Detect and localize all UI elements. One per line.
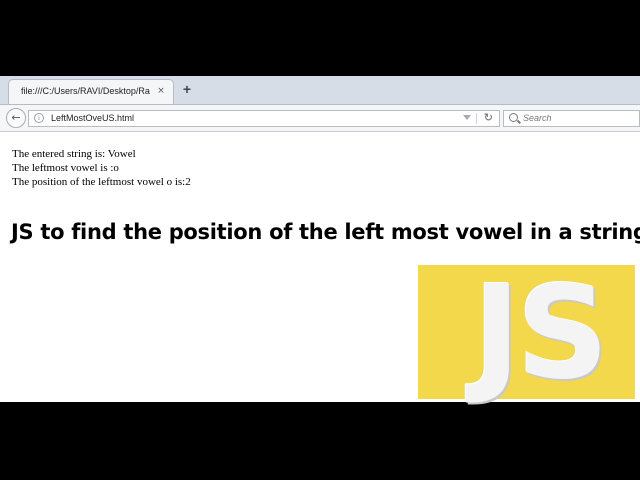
navigation-bar: ← i LeftMostOveUS.html ↻ Search: [0, 105, 640, 132]
js-logo-letters: JS: [473, 259, 609, 408]
output-line-entered-string: The entered string is: Vowel: [12, 148, 136, 160]
back-arrow-icon[interactable]: ←: [6, 108, 26, 128]
info-icon[interactable]: i: [34, 113, 44, 123]
reload-icon[interactable]: ↻: [484, 111, 493, 124]
browser-tab[interactable]: file:///C:/Users/RAVI/Desktop/Ra ×: [8, 79, 174, 104]
page-heading: JS to find the position of the left most…: [11, 220, 640, 244]
output-line-leftmost-vowel: The leftmost vowel is :o: [12, 162, 119, 174]
browser-window: file:///C:/Users/RAVI/Desktop/Ra × + ← i…: [0, 76, 640, 408]
close-icon[interactable]: ×: [155, 85, 167, 97]
url-divider: [476, 113, 477, 124]
page-content: The entered string is: Vowel The leftmos…: [0, 132, 640, 408]
search-input[interactable]: Search: [503, 110, 640, 127]
output-lines: The entered string is: Vowel The leftmos…: [12, 147, 191, 189]
search-icon: [509, 113, 518, 122]
tab-title: file:///C:/Users/RAVI/Desktop/Ra: [21, 86, 150, 96]
search-placeholder: Search: [523, 113, 552, 123]
address-bar[interactable]: i LeftMostOveUS.html ↻: [28, 110, 500, 127]
dropdown-arrow-icon[interactable]: [463, 115, 471, 120]
js-logo: JS: [418, 259, 635, 408]
tab-strip: file:///C:/Users/RAVI/Desktop/Ra × +: [0, 76, 640, 105]
new-tab-button[interactable]: +: [180, 82, 194, 96]
url-text[interactable]: LeftMostOveUS.html: [51, 113, 134, 123]
output-line-vowel-position: The position of the leftmost vowel o is:…: [12, 176, 191, 188]
